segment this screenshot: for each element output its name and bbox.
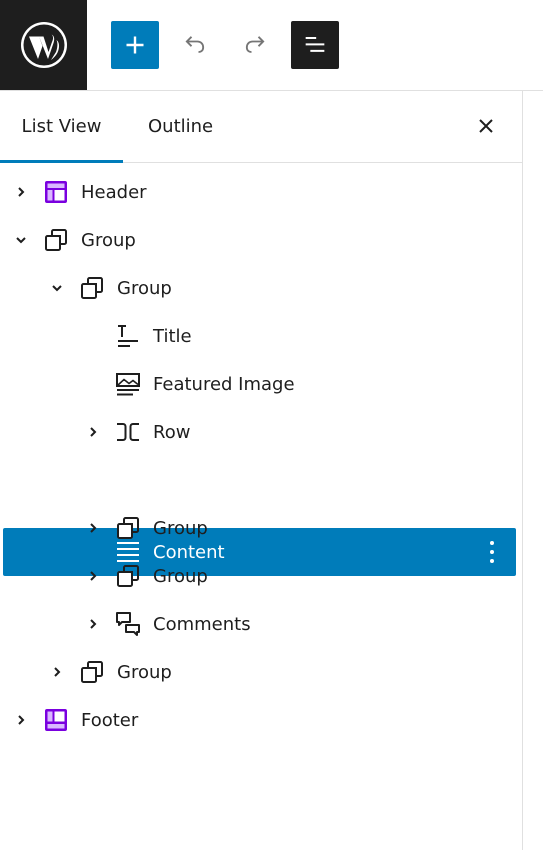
featured-image-icon	[115, 371, 141, 397]
tab-outline-label: Outline	[148, 116, 214, 137]
tree-row-group[interactable]: Group	[3, 552, 516, 600]
template-part-footer-icon	[43, 707, 69, 733]
block-label: Row	[153, 421, 191, 443]
undo-button[interactable]	[171, 21, 219, 69]
tree-row-group[interactable]: Group	[3, 648, 516, 696]
tree-row-featured-image[interactable]: Featured Image	[3, 360, 516, 408]
row-icon	[115, 419, 141, 445]
chevron-right-icon[interactable]	[83, 518, 103, 538]
chevron-down-icon[interactable]	[11, 230, 31, 250]
tab-list-view[interactable]: List View	[0, 91, 123, 163]
group-icon	[43, 227, 69, 253]
chevron-right-icon[interactable]	[47, 662, 67, 682]
chevron-right-icon[interactable]	[83, 566, 103, 586]
chevron-right-icon[interactable]	[83, 614, 103, 634]
tab-outline[interactable]: Outline	[148, 91, 213, 162]
group-icon	[115, 515, 141, 541]
group-icon	[79, 275, 105, 301]
tree-row-group[interactable]: Group	[3, 504, 516, 552]
wordpress-logo-icon[interactable]	[0, 0, 87, 90]
post-title-icon	[115, 323, 141, 349]
close-icon	[479, 119, 493, 133]
tree-row-footer[interactable]: Footer	[3, 696, 516, 744]
block-label: Group	[117, 277, 172, 299]
editor-header	[0, 0, 543, 91]
block-label: Header	[81, 181, 147, 203]
editor-canvas-edge	[523, 91, 543, 850]
block-label: Comments	[153, 613, 251, 635]
tree-row-group[interactable]: Group	[3, 216, 516, 264]
comments-icon	[115, 611, 141, 637]
chevron-right-icon[interactable]	[11, 182, 31, 202]
block-label: Group	[117, 661, 172, 683]
template-part-header-icon	[43, 179, 69, 205]
block-label: Title	[153, 325, 192, 347]
list-view-panel: List View Outline Header Group Group Tit…	[0, 91, 523, 850]
list-view-toggle-button[interactable]	[291, 21, 339, 69]
plus-icon	[126, 36, 144, 54]
block-label: Group	[153, 565, 208, 587]
redo-button[interactable]	[231, 21, 279, 69]
tab-list-view-label: List View	[21, 116, 102, 137]
tree-row-title[interactable]: Title	[3, 312, 516, 360]
redo-icon	[245, 36, 265, 53]
tree-row-header[interactable]: Header	[3, 168, 516, 216]
block-label: Group	[81, 229, 136, 251]
chevron-right-icon[interactable]	[11, 710, 31, 730]
block-label: Featured Image	[153, 373, 295, 395]
chevron-down-icon[interactable]	[47, 278, 67, 298]
group-icon	[79, 659, 105, 685]
add-block-button[interactable]	[111, 21, 159, 69]
list-view-icon	[305, 37, 325, 52]
block-label: Footer	[81, 709, 139, 731]
close-panel-button[interactable]	[470, 108, 502, 144]
tree-row-comments[interactable]: Comments	[3, 600, 516, 648]
chevron-right-icon[interactable]	[83, 422, 103, 442]
undo-icon	[185, 36, 205, 53]
panel-tabs: List View Outline	[0, 91, 522, 163]
tree-row-group[interactable]: Group	[3, 264, 516, 312]
tree-row-row[interactable]: Row	[3, 408, 516, 456]
block-label: Group	[153, 517, 208, 539]
group-icon	[115, 563, 141, 589]
